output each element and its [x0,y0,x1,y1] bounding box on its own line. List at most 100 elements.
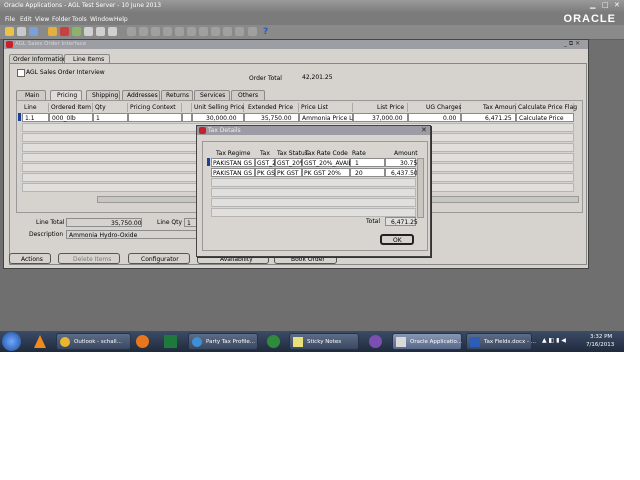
empty-row[interactable] [211,208,416,217]
drow1-tax[interactable]: GST_20 [255,158,280,167]
clock-date[interactable]: 7/16/2013 [586,342,614,349]
row1-pricing-context[interactable] [128,113,182,122]
vlc-icon[interactable] [34,335,46,348]
description-label: Description [29,231,64,238]
drow2-regime[interactable]: PAKISTAN GS [211,168,255,177]
clear-icon[interactable] [187,27,196,36]
row1-line[interactable]: 1.1 [22,113,49,122]
task-outlook[interactable]: Outlook - schall... [56,333,131,350]
menu-folder[interactable]: Folder [52,17,71,23]
interview-checkbox[interactable] [17,69,25,77]
task-tax-fields-docx[interactable]: Tax Fields.docx - ... [466,333,536,350]
window-icon[interactable] [235,27,244,36]
col-pricing-context: Pricing Context [128,103,182,112]
attachments-icon[interactable] [139,27,148,36]
task-party-tax-profile[interactable]: Party Tax Profile... [188,333,258,350]
window-controls-icon[interactable]: _ ⧉ ✕ [564,41,580,47]
paste-icon[interactable] [108,27,117,36]
close-icon[interactable]: ✕ [614,2,620,9]
drow1-rate-code[interactable]: GST_20%_AVAIL [302,158,352,167]
drow2-status-value: PK GST [277,170,299,177]
empty-row[interactable] [211,178,416,187]
col-list-price: List Price [353,103,408,112]
row1-calc-price-flag[interactable]: Calculate Price [516,113,574,122]
ok-button[interactable]: OK [380,234,414,245]
row1-ug-charges[interactable]: 0.00 [408,113,461,122]
edit-field-icon[interactable] [211,27,220,36]
maximize-icon[interactable]: □ [602,2,609,9]
viber-icon[interactable] [369,335,382,348]
delete-record-icon[interactable] [60,27,69,36]
tab-shipping[interactable]: Shipping [86,90,120,100]
dcol-rate: Rate [352,150,366,157]
dcol-tax: Tax [260,150,270,157]
start-button-icon[interactable] [2,332,21,351]
delete-items-button[interactable]: Delete Items [58,253,120,264]
empty-row[interactable] [211,198,416,207]
drow2-rate-code[interactable]: PK GST 20% [302,168,350,177]
copy-icon[interactable] [96,27,105,36]
row1-price-list[interactable]: Ammonia Price Lis [299,113,357,122]
toolbar [0,25,624,40]
next-step-icon[interactable] [199,27,208,36]
drow2-rate[interactable]: 20 [350,168,385,177]
drow1-regime[interactable]: PAKISTAN GS [211,158,255,167]
menu-view[interactable]: View [35,17,49,23]
cut-icon[interactable] [84,27,93,36]
desktop-screen: Oracle Applications - AGL Test Server - … [0,0,624,352]
row1-ug-charges-value: 0.00 [443,115,457,122]
help-icon[interactable]: ? [263,28,268,37]
clock-time[interactable]: 3:32 PM [590,334,612,341]
print-icon[interactable] [29,27,38,36]
actions-button[interactable]: Actions [9,253,51,264]
menu-file[interactable]: File [5,17,15,23]
task-oracle-applications[interactable]: Oracle Applicatio... [392,333,462,350]
drow1-amount[interactable]: 30.75 [385,158,418,167]
row1-ordered-item[interactable]: 000_0lb [49,113,93,122]
row1-tax-amount[interactable]: 6,471.25 [461,113,516,122]
translations-icon[interactable] [163,27,172,36]
tab-returns[interactable]: Returns [161,90,193,100]
tab-main[interactable]: Main [16,90,46,100]
drow1-rate-value: 1 [355,160,359,167]
line-qty-label: Line Qty [157,219,183,226]
drow1-amount-value: 30.75 [400,160,418,167]
workflow-icon[interactable] [248,27,257,36]
open-icon[interactable] [5,27,14,36]
drow2-status[interactable]: PK GST [275,168,302,177]
drow1-status[interactable]: GST_20% [275,158,305,167]
dialog-vertical-scrollbar[interactable] [417,158,424,218]
tray-icons[interactable]: ▲ ◧ ▮ ◀ [542,338,566,344]
tab-services[interactable]: Services [194,90,230,100]
dialog-close-icon[interactable]: ✕ [421,127,427,134]
menu-help[interactable]: Help [114,17,128,23]
row1-context-flex[interactable] [182,113,192,122]
row1-unit-selling-price[interactable]: 30,000.00 [192,113,244,122]
drow2-tax[interactable]: PK GST [255,168,279,177]
summary-icon[interactable] [223,27,232,36]
menu-edit[interactable]: Edit [20,17,32,23]
folder-tools-icon[interactable] [151,27,160,36]
drow2-amount[interactable]: 6,437.50 [385,168,418,177]
zoom-icon[interactable] [175,27,184,36]
utorrent-icon[interactable] [267,335,280,348]
new-record-icon[interactable] [48,27,57,36]
tab-others[interactable]: Others [231,90,265,100]
task-sticky-notes[interactable]: Sticky Notes [289,333,359,350]
configurator-button[interactable]: Configurator [128,253,190,264]
menu-window[interactable]: Window [90,17,114,23]
row1-list-price[interactable]: 37,000.00 [353,113,408,122]
empty-row[interactable] [211,188,416,197]
navigator-icon[interactable] [127,27,136,36]
menu-tools[interactable]: Tools [72,17,87,23]
row1-qty[interactable]: 1 [93,113,128,122]
find-icon[interactable] [72,27,81,36]
excel-icon[interactable] [164,335,177,348]
minimize-icon[interactable]: ▁ [590,2,595,9]
save-icon[interactable] [17,27,26,36]
tab-pricing[interactable]: Pricing [50,90,82,100]
row1-extended-price[interactable]: 35,750.00 [244,113,299,122]
tab-addresses[interactable]: Addresses [122,90,160,100]
drow1-rate[interactable]: 1 [350,158,385,167]
firefox-icon[interactable] [136,335,149,348]
